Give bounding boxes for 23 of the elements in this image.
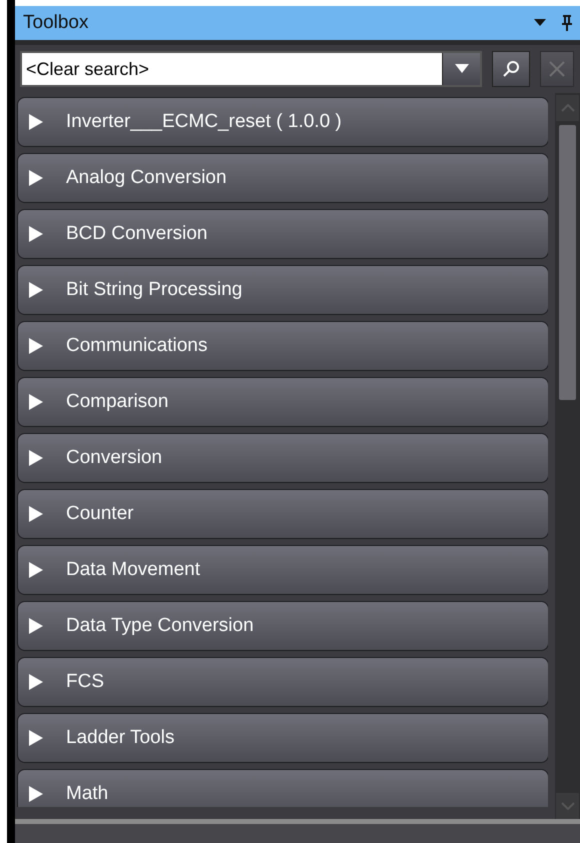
toolbox-group[interactable]: Inverter___ECMC_reset ( 1.0.0 ) — [17, 97, 548, 147]
toolbox-group[interactable]: FCS — [17, 657, 548, 707]
search-button[interactable] — [492, 51, 530, 87]
toolbox-group[interactable]: Comparison — [17, 377, 548, 427]
toolbox-group[interactable]: Communications — [17, 321, 548, 371]
caret-down-icon — [454, 64, 468, 74]
search-field[interactable]: <Clear search> — [20, 51, 482, 87]
toolbox-group[interactable]: Analog Conversion — [17, 153, 548, 203]
scroll-thumb[interactable] — [559, 125, 576, 400]
search-icon — [502, 60, 520, 78]
toolbox-group[interactable]: Data Type Conversion — [17, 601, 548, 651]
close-icon — [548, 60, 566, 78]
toolbox-group[interactable]: BCD Conversion — [17, 209, 548, 259]
toolbox-group[interactable]: Counter — [17, 489, 548, 539]
chevron-up-icon — [560, 104, 574, 112]
toolbox-group[interactable]: Conversion — [17, 433, 548, 483]
chevron-down-icon — [560, 802, 574, 810]
panel-title: Toolbox — [23, 10, 88, 35]
toolbox-group[interactable]: Bit String Processing — [17, 265, 548, 315]
dropdown-button[interactable] — [442, 53, 480, 85]
toolbox-group[interactable]: Data Movement — [17, 545, 548, 595]
toolbox-group[interactable]: Math — [17, 769, 548, 807]
toolbox-group[interactable]: Ladder Tools — [17, 713, 548, 763]
